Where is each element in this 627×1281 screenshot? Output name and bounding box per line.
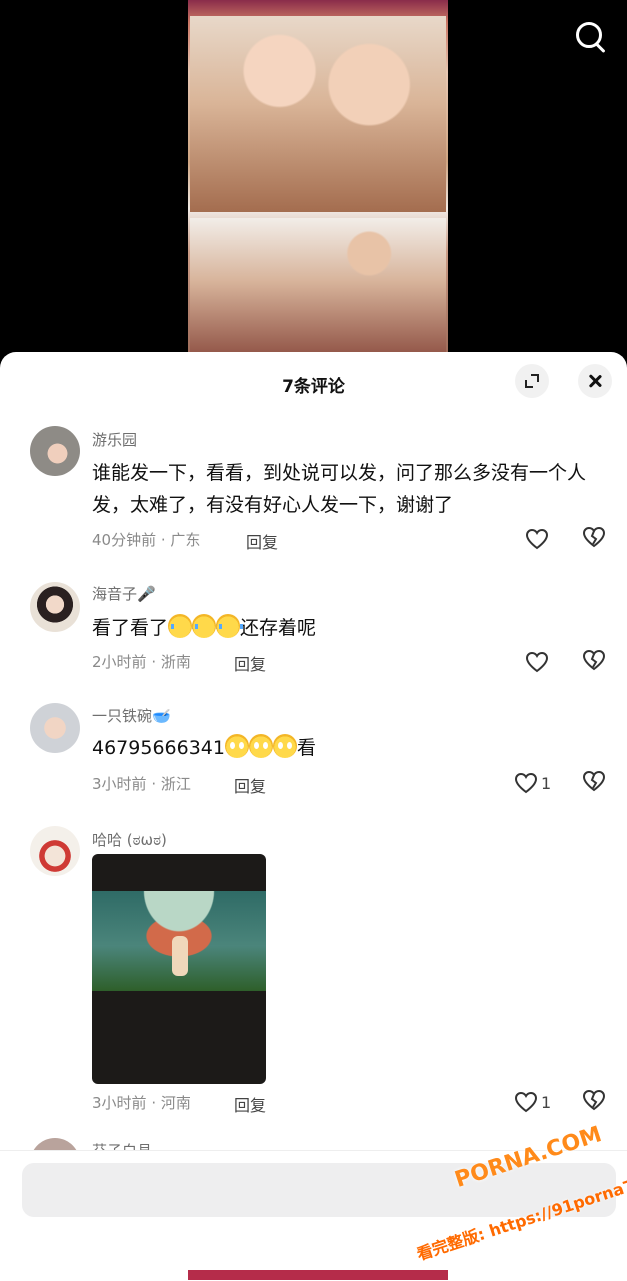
avatar[interactable] <box>30 826 80 876</box>
expand-icon <box>525 374 539 388</box>
loudly-crying-face-icon <box>168 614 196 638</box>
comment-location: 广东 <box>170 531 201 549</box>
reply-button[interactable]: 回复 <box>234 773 266 797</box>
loudly-crying-face-icon <box>192 614 220 638</box>
comment-time: 2小时前 <box>92 653 147 671</box>
like-button[interactable] <box>525 649 552 675</box>
comment-time: 3小时前 <box>92 775 147 793</box>
comments-header: 7条评论 <box>0 352 627 414</box>
heart-icon <box>514 1091 538 1113</box>
dislike-button[interactable] <box>582 1089 606 1115</box>
loudly-crying-face-icon <box>216 614 244 638</box>
comment-username[interactable]: 一只铁碗🥣 <box>92 705 171 726</box>
comment-username[interactable]: 海音子🎤 <box>92 583 156 604</box>
comment-meta: 40分钟前 · 广东 <box>92 531 201 549</box>
reply-button[interactable]: 回复 <box>234 651 266 675</box>
comment-text: 谁能发一下，看看，到处说可以发，问了那么多没有一个人发，太难了，有没有好心人发一… <box>92 462 587 516</box>
like-count: 1 <box>541 773 552 793</box>
comment-location: 浙南 <box>160 653 191 671</box>
like-count: 1 <box>541 1092 552 1112</box>
comment-meta: 3小时前 · 浙江 <box>92 775 191 793</box>
dislike-button[interactable] <box>582 526 606 552</box>
avatar[interactable] <box>30 582 80 632</box>
reply-button[interactable]: 回复 <box>234 1092 266 1116</box>
microphone-icon: 🎤 <box>137 585 156 603</box>
comment-username[interactable]: 游乐园 <box>92 429 137 450</box>
comment-time: 40分钟前 <box>92 531 157 549</box>
video-thumbnail-bottom <box>190 218 446 360</box>
avatar[interactable] <box>30 426 80 476</box>
comment-location: 浙江 <box>160 775 191 793</box>
broken-heart-icon <box>582 526 606 548</box>
close-icon <box>588 374 602 388</box>
broken-heart-icon <box>582 649 606 671</box>
dislike-button[interactable] <box>582 649 606 675</box>
close-button[interactable] <box>578 364 612 398</box>
comment-text: 46795666341 看 <box>92 732 602 764</box>
comment-username[interactable]: 哈哈 (ಠωಠ) <box>92 829 167 850</box>
comment-image-attachment[interactable] <box>92 854 266 1084</box>
pleading-face-icon <box>272 734 297 758</box>
comment-text: 看了看了 还存着呢 <box>92 612 602 644</box>
avatar[interactable] <box>30 703 80 753</box>
comment-location: 河南 <box>160 1094 191 1112</box>
like-button[interactable]: 1 <box>514 770 551 796</box>
video-thumbnail-top <box>190 16 446 212</box>
comment-meta: 2小时前 · 浙南 <box>92 653 191 671</box>
video-player[interactable] <box>0 0 627 360</box>
broken-heart-icon <box>582 770 606 792</box>
like-button[interactable] <box>525 526 552 552</box>
dislike-button[interactable] <box>582 770 606 796</box>
comment-meta: 3小时前 · 河南 <box>92 1094 191 1112</box>
heart-icon <box>525 651 549 673</box>
broken-heart-icon <box>582 1089 606 1111</box>
reply-button[interactable]: 回复 <box>246 529 278 553</box>
bowl-icon: 🥣 <box>152 707 171 725</box>
video-frame-bottom <box>188 1270 448 1280</box>
heart-icon <box>525 528 549 550</box>
like-button[interactable]: 1 <box>514 1089 551 1115</box>
expand-button[interactable] <box>515 364 549 398</box>
pleading-face-icon <box>248 734 273 758</box>
comment-time: 3小时前 <box>92 1094 147 1112</box>
search-button[interactable] <box>572 18 610 56</box>
heart-icon <box>514 772 538 794</box>
pleading-face-icon <box>224 734 249 758</box>
